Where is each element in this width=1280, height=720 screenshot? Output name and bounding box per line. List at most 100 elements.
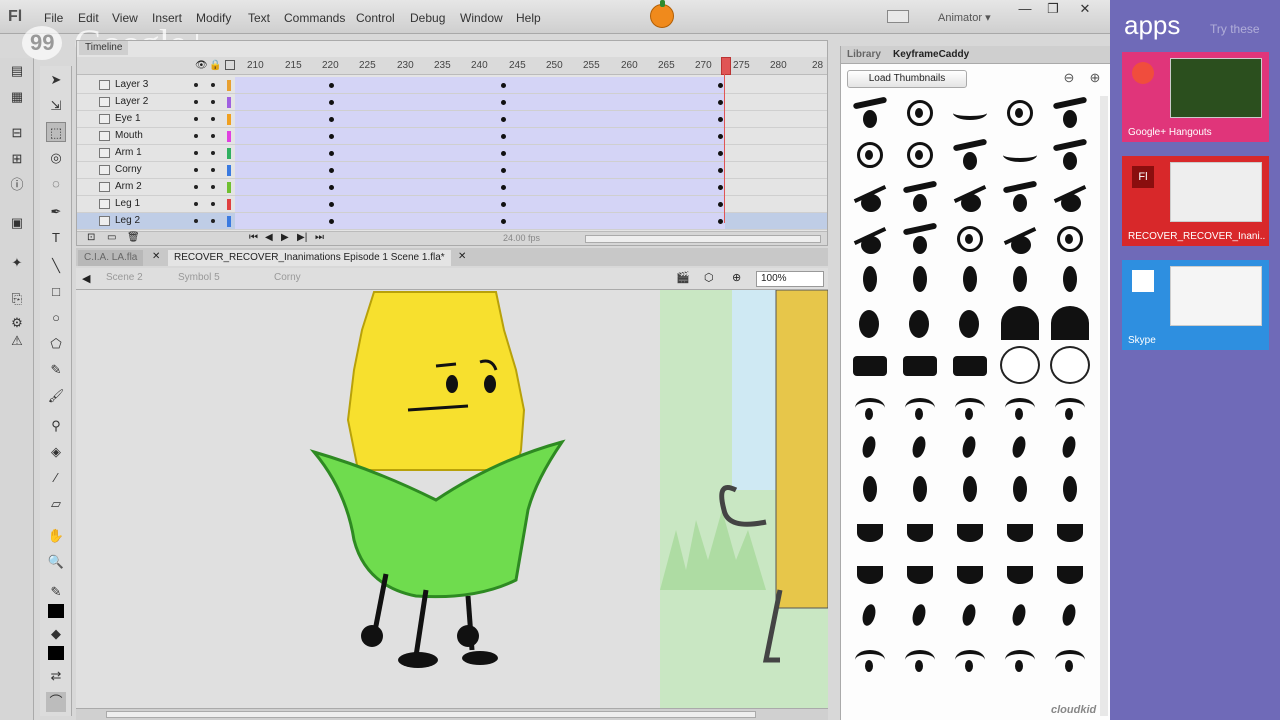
menu-control[interactable]: Control [356,11,395,25]
brush-tool-icon[interactable]: 🖌 [46,386,66,406]
eye-thumbnail[interactable] [949,430,991,468]
eye-thumbnail[interactable] [949,598,991,636]
info-icon[interactable]: ⓘ [8,176,26,194]
eye-thumbnail[interactable] [999,220,1041,258]
visibility-dot[interactable] [194,117,198,121]
stroke-color-icon[interactable]: ✎ [46,582,66,602]
eye-thumbnail[interactable] [1049,556,1091,594]
keyframe[interactable] [718,219,723,224]
free-transform-tool-icon[interactable]: ⬚ [46,122,66,142]
edit-symbol-icon[interactable]: ⬡ [704,271,714,284]
first-frame-icon[interactable]: ⏮ [249,232,258,243]
eye-thumbnail[interactable] [899,136,941,174]
fill-color-swatch[interactable] [48,646,64,660]
tab-library[interactable]: Library [847,49,881,60]
eye-thumbnail[interactable] [999,598,1041,636]
timeline-scrollbar[interactable] [585,235,821,243]
eye-thumbnail[interactable] [899,598,941,636]
keyframe[interactable] [329,83,334,88]
layer-row[interactable]: Arm 2 [77,179,827,196]
eye-thumbnail[interactable] [949,472,991,510]
eye-thumbnail[interactable] [949,346,991,384]
layer-outline-color[interactable] [227,97,231,108]
stage-horizontal-scrollbar[interactable] [76,708,828,720]
eye-thumbnail[interactable] [999,514,1041,552]
timeline-ruler[interactable]: 👁 🔒 210 215 220 225 230 235 240 245 250 … [77,57,827,75]
frame-span[interactable] [235,162,725,178]
keyframe[interactable] [329,151,334,156]
layer-outline-color[interactable] [227,182,231,193]
layer-name[interactable]: Layer 2 [115,96,148,107]
transform-icon[interactable]: ⊞ [8,150,26,168]
keyframe[interactable] [501,185,506,190]
eye-thumbnail[interactable] [849,514,891,552]
eye-thumbnail[interactable] [1049,136,1091,174]
eye-thumbnail[interactable] [1049,430,1091,468]
eye-thumbnail[interactable] [849,136,891,174]
new-folder-icon[interactable]: ▭ [107,232,116,243]
zoom-tool-icon[interactable]: 🔍 [46,552,66,572]
layer-row[interactable]: Leg 1 [77,196,827,213]
keyframe[interactable] [329,134,334,139]
lock-dot[interactable] [211,117,215,121]
frame-span[interactable] [235,179,725,195]
eye-thumbnail[interactable] [899,556,941,594]
oval-tool-icon[interactable]: ○ [46,308,66,328]
selection-tool-icon[interactable]: ➤ [46,70,66,90]
eye-thumbnail[interactable] [949,388,991,426]
code-snippets-icon[interactable]: ⎘ [8,290,26,308]
actions-icon[interactable]: ⚙ [8,314,26,332]
eye-thumbnail[interactable] [1049,178,1091,216]
properties-icon[interactable]: ▤ [8,62,26,80]
app-tile-skype[interactable]: Skype [1122,260,1269,350]
new-layer-icon[interactable]: ⊡ [87,232,95,243]
eye-thumbnail[interactable] [849,94,891,132]
eyedropper-tool-icon[interactable]: ⁄ [46,468,66,488]
center-stage-icon[interactable]: ⊕ [732,271,741,284]
maximize-button[interactable]: ❐ [1036,0,1070,18]
lock-dot[interactable] [211,168,215,172]
snap-to-objects-icon[interactable]: ⌒ [46,692,66,712]
outline-icon[interactable] [225,60,235,70]
visibility-dot[interactable] [194,202,198,206]
hand-tool-icon[interactable]: ✋ [46,526,66,546]
bone-tool-icon[interactable]: ⚲ [46,416,66,436]
layer-name[interactable]: Leg 1 [115,198,140,209]
layer-row[interactable]: Mouth [77,128,827,145]
visibility-dot[interactable] [194,134,198,138]
layer-row[interactable]: Layer 2 [77,94,827,111]
eye-thumbnail[interactable] [1049,640,1091,678]
frame-span[interactable] [235,111,725,127]
close-tab-icon[interactable]: ✕ [152,251,160,262]
eye-thumbnail[interactable] [849,430,891,468]
doc-tab-cia[interactable]: C.I.A. LA.fla [78,250,144,266]
stroke-color-swatch[interactable] [48,604,64,618]
eye-thumbnail[interactable] [1049,472,1091,510]
layer-row[interactable]: Eye 1 [77,111,827,128]
eye-thumbnail[interactable] [899,262,941,300]
layer-outline-color[interactable] [227,80,231,91]
pencil-tool-icon[interactable]: ✎ [46,360,66,380]
eye-thumbnail[interactable] [849,640,891,678]
back-arrow-icon[interactable]: ◀ [82,272,90,285]
subselection-tool-icon[interactable]: ⇲ [46,96,66,116]
frame-span[interactable] [235,196,725,212]
eye-thumbnail[interactable] [999,136,1041,174]
step-back-icon[interactable]: ◀ [265,232,273,243]
eye-thumbnail[interactable] [1049,598,1091,636]
menu-help[interactable]: Help [516,11,541,25]
lasso-tool-icon[interactable]: ◌ [46,174,66,194]
eye-thumbnail[interactable] [849,346,891,384]
visibility-dot[interactable] [194,219,198,223]
layer-outline-color[interactable] [227,216,231,227]
close-tab-icon[interactable]: ✕ [458,251,466,262]
frame-span[interactable] [235,145,725,161]
eye-thumbnail[interactable] [899,94,941,132]
line-tool-icon[interactable]: ╲ [46,256,66,276]
eye-thumbnail[interactable] [999,430,1041,468]
menu-file[interactable]: File [44,11,63,25]
keyframe[interactable] [329,219,334,224]
keyframe[interactable] [329,202,334,207]
keyframe[interactable] [501,202,506,207]
3d-rotation-tool-icon[interactable]: ◎ [46,148,66,168]
